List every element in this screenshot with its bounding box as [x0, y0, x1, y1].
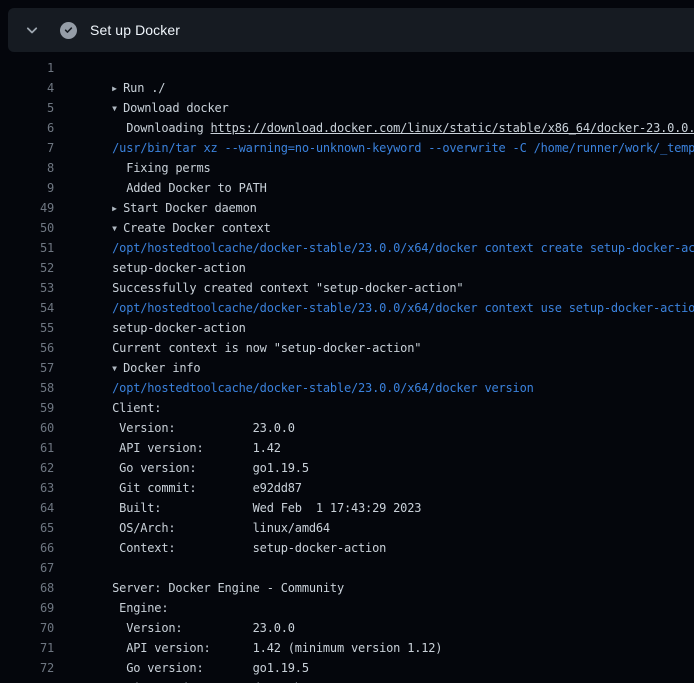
line-number[interactable]: 49 — [0, 198, 54, 218]
log-group-line[interactable]: 49 ▼Create Docker context — [0, 198, 694, 218]
chevron-down-icon[interactable] — [24, 22, 40, 38]
log-lines-container: 1 ▶Run ./ 4 ▼Download docker 5 Downloadi… — [0, 52, 694, 678]
log-line: 52 Successfully created context "setup-d… — [0, 258, 694, 278]
log-line: 53 /opt/hostedtoolcache/docker-stable/23… — [0, 278, 694, 298]
line-number[interactable]: 52 — [0, 258, 54, 278]
line-number[interactable]: 55 — [0, 318, 54, 338]
log-line: 67 Server: Docker Engine - Community — [0, 558, 694, 578]
line-number[interactable]: 60 — [0, 418, 54, 438]
line-number[interactable]: 68 — [0, 578, 54, 598]
line-number[interactable]: 7 — [0, 138, 54, 158]
log-line: 61 Go version: go1.19.5 — [0, 438, 694, 458]
log-line: 6 /usr/bin/tar xz --warning=no-unknown-k… — [0, 118, 694, 138]
line-number[interactable]: 51 — [0, 238, 54, 258]
log-line: 62 Git commit: e92dd87 — [0, 458, 694, 478]
line-number[interactable]: 9 — [0, 178, 54, 198]
line-number[interactable]: 64 — [0, 498, 54, 518]
line-number[interactable]: 54 — [0, 298, 54, 318]
line-number[interactable]: 53 — [0, 278, 54, 298]
line-number[interactable]: 8 — [0, 158, 54, 178]
line-number[interactable]: 65 — [0, 518, 54, 538]
log-group-line[interactable]: 1 ▶Run ./ — [0, 58, 694, 78]
line-number[interactable]: 50 — [0, 218, 54, 238]
line-number[interactable]: 70 — [0, 618, 54, 638]
log-line: 8 Added Docker to PATH — [0, 158, 694, 178]
line-number[interactable]: 59 — [0, 398, 54, 418]
step-header[interactable]: Set up Docker — [8, 8, 694, 52]
line-number[interactable]: 1 — [0, 58, 54, 78]
log-line: 70 API version: 1.42 (minimum version 1.… — [0, 618, 694, 638]
log-line: 5 Downloading https://download.docker.co… — [0, 98, 694, 118]
log-line: 57 /opt/hostedtoolcache/docker-stable/23… — [0, 358, 694, 378]
line-number[interactable]: 72 — [0, 658, 54, 678]
log-line: 59 Version: 23.0.0 — [0, 398, 694, 418]
log-line: 50 /opt/hostedtoolcache/docker-stable/23… — [0, 218, 694, 238]
log-line: 55 Current context is now "setup-docker-… — [0, 318, 694, 338]
log-line-text: Context: setup-docker-action — [112, 541, 386, 555]
line-number[interactable]: 63 — [0, 478, 54, 498]
line-number[interactable]: 57 — [0, 358, 54, 378]
log-line: 68 Engine: — [0, 578, 694, 598]
line-number[interactable]: 58 — [0, 378, 54, 398]
line-number[interactable]: 71 — [0, 638, 54, 658]
line-number[interactable]: 6 — [0, 118, 54, 138]
log-line: 72 Git commit: d7573ab — [0, 658, 694, 678]
log-group-line[interactable]: 4 ▼Download docker — [0, 78, 694, 98]
line-number[interactable]: 66 — [0, 538, 54, 558]
line-number[interactable]: 56 — [0, 338, 54, 358]
line-number[interactable]: 61 — [0, 438, 54, 458]
log-line-text: /opt/hostedtoolcache/docker-stable/23.0.… — [112, 381, 533, 395]
log-line: 65 Context: setup-docker-action — [0, 518, 694, 538]
check-circle-icon — [60, 22, 77, 39]
line-number[interactable]: 67 — [0, 558, 54, 578]
log-line: 69 Version: 23.0.0 — [0, 598, 694, 618]
log-line: 63 Built: Wed Feb 1 17:43:29 2023 — [0, 478, 694, 498]
line-number[interactable]: 69 — [0, 598, 54, 618]
line-number[interactable]: 4 — [0, 78, 54, 98]
step-title: Set up Docker — [90, 22, 180, 38]
log-line: 60 API version: 1.42 — [0, 418, 694, 438]
log-group-line[interactable]: 9 ▶Start Docker daemon — [0, 178, 694, 198]
line-number[interactable]: 62 — [0, 458, 54, 478]
line-number[interactable]: 5 — [0, 98, 54, 118]
